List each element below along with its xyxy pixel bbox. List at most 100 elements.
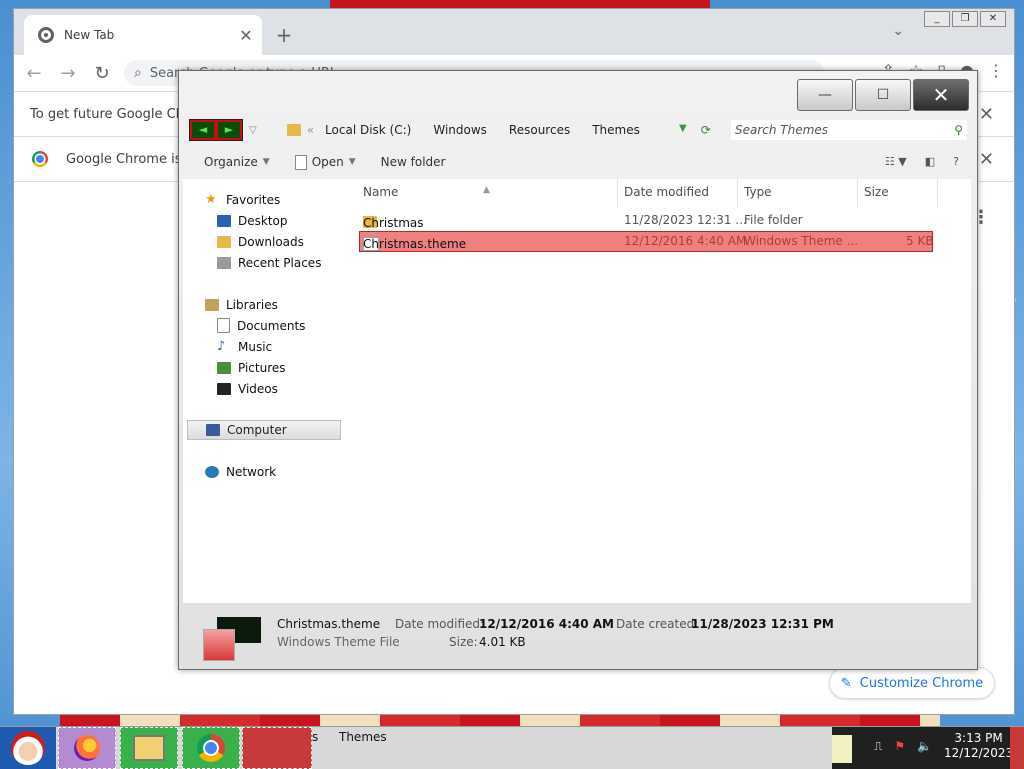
command-bar: Organize ▼ Open ▼ New folder ☷ ▼ ◧ ?	[179, 149, 977, 175]
details-pane: Christmas.theme Windows Theme File Date …	[183, 603, 971, 665]
chrome-window-controls: _ ❐ ✕	[924, 11, 1006, 27]
chrome-icon	[197, 734, 225, 762]
breadcrumb-themes[interactable]: Themes	[581, 123, 651, 137]
taskbar-chrome[interactable]	[182, 727, 240, 769]
organize-label: Organize	[204, 155, 258, 169]
details-file-type: Windows Theme File	[277, 635, 400, 649]
address-dropdown-icon[interactable]: ▼	[679, 123, 687, 137]
infobar-close-icon[interactable]: ✕	[979, 149, 994, 170]
tab-close-icon[interactable]: ✕	[236, 26, 256, 45]
explorer-close-button[interactable]: ✕	[913, 79, 969, 111]
volume-icon[interactable]: 🔈	[917, 739, 932, 754]
show-desktop-button[interactable]	[1010, 727, 1024, 769]
explorer-minimize-button[interactable]: —	[797, 79, 853, 111]
back-arrow-icon[interactable]: ←	[20, 63, 48, 84]
tab-search-icon[interactable]: ⌄	[892, 23, 904, 39]
column-header-type[interactable]: Type	[744, 185, 772, 199]
column-divider[interactable]	[737, 179, 738, 207]
new-folder-button[interactable]: New folder	[381, 155, 446, 169]
recent-pages-dropdown[interactable]: ▽	[249, 125, 257, 136]
customize-label: Customize Chrome	[859, 675, 984, 691]
start-button[interactable]	[0, 727, 56, 769]
help-icon[interactable]: ?	[953, 155, 959, 168]
file-date: 11/28/2023 12:31 ...	[624, 213, 747, 227]
forward-button[interactable]: ►	[218, 122, 240, 138]
tray-notification-icon[interactable]	[832, 735, 852, 763]
forward-arrow-icon[interactable]: →	[54, 63, 82, 84]
nav-item-videos[interactable]: Videos	[183, 378, 349, 399]
action-center-flag-icon[interactable]: ⚑	[894, 739, 905, 754]
back-forward-buttons: ◄ ►	[189, 119, 243, 141]
nav-item-desktop[interactable]: Desktop	[183, 210, 349, 231]
details-created-label: Date created:	[616, 617, 699, 631]
search-icon[interactable]: ⚲	[954, 123, 963, 137]
reload-icon[interactable]: ↻	[88, 63, 116, 84]
nav-favorites[interactable]: ★ Favorites	[183, 189, 349, 210]
music-icon: ♪	[217, 338, 226, 354]
table-row-selected[interactable]: Christmas.theme 12/12/2016 4:40 AM Windo…	[359, 231, 934, 252]
network-tray-icon[interactable]: ⎍	[874, 739, 882, 754]
nav-network[interactable]: Network	[183, 461, 349, 482]
pencil-icon: ✎	[840, 675, 852, 691]
address-tools: ▼ ⟳	[679, 123, 711, 137]
tab-new-tab[interactable]: New Tab ✕	[24, 15, 262, 55]
explorer-maximize-button[interactable]: ☐	[855, 79, 911, 111]
view-options-icon[interactable]: ☷ ▼	[885, 155, 907, 168]
breadcrumb[interactable]: « Local Disk (C:) Windows Resources Them…	[286, 123, 651, 137]
taskbar-label-cut[interactable]: s	[312, 730, 318, 744]
new-tab-button[interactable]: +	[272, 23, 296, 47]
taskbar-firefox[interactable]	[58, 727, 116, 769]
customize-chrome-button[interactable]: ✎ Customize Chrome	[829, 667, 995, 699]
recent-places-icon	[217, 256, 231, 269]
back-button[interactable]: ◄	[192, 122, 214, 138]
computer-icon	[206, 424, 220, 436]
nav-item-label: Downloads	[238, 234, 304, 249]
details-size-label: Size:	[449, 635, 478, 649]
organize-button[interactable]: Organize ▼	[204, 155, 270, 169]
details-size-value: 4.01 KB	[479, 635, 526, 649]
breadcrumb-overflow-icon[interactable]: «	[307, 123, 314, 137]
nav-item-documents[interactable]: Documents	[183, 315, 349, 336]
details-modified-value: 12/12/2016 4:40 AM	[479, 617, 614, 631]
menu-kebab-icon[interactable]: ⋮	[988, 61, 1004, 80]
new-folder-label: New folder	[380, 155, 446, 169]
breadcrumb-windows[interactable]: Windows	[422, 123, 498, 137]
nav-item-recent-places[interactable]: Recent Places	[183, 252, 349, 273]
file-type: File folder	[744, 213, 803, 227]
nav-libraries[interactable]: Libraries	[183, 294, 349, 315]
nav-item-label: Documents	[237, 318, 306, 333]
column-header-name[interactable]: Name	[363, 185, 398, 199]
breadcrumb-local-disk[interactable]: Local Disk (C:)	[314, 123, 422, 137]
firefox-icon	[74, 735, 100, 761]
clock-time: 3:13 PM	[954, 731, 1003, 745]
taskbar-window-label[interactable]: Themes	[339, 730, 387, 744]
search-input[interactable]: Search Themes ⚲	[731, 120, 967, 140]
file-list: ▲ Name Date modified Type Size Christmas…	[359, 179, 971, 603]
preview-pane-icon[interactable]: ◧	[925, 155, 935, 168]
taskbar-explorer[interactable]	[120, 727, 178, 769]
infobar-close-icon[interactable]: ✕	[979, 104, 994, 125]
nav-item-pictures[interactable]: Pictures	[183, 357, 349, 378]
libraries-icon	[205, 298, 219, 311]
nav-item-label: Pictures	[238, 360, 286, 375]
file-explorer-icon	[133, 735, 165, 761]
nav-item-label: Music	[238, 339, 273, 354]
table-row[interactable]: Christmas 11/28/2023 12:31 ... File fold…	[359, 210, 971, 231]
column-header-date[interactable]: Date modified	[624, 185, 709, 199]
nav-item-music[interactable]: ♪ Music	[183, 336, 349, 357]
file-name: Christmas	[363, 216, 424, 230]
column-divider[interactable]	[937, 179, 938, 207]
column-divider[interactable]	[857, 179, 858, 207]
restore-button[interactable]: ❐	[952, 11, 978, 27]
clock[interactable]: 3:13 PM 12/12/2023	[944, 731, 1013, 761]
column-header-size[interactable]: Size	[864, 185, 889, 199]
refresh-icon[interactable]: ⟳	[701, 123, 711, 137]
column-divider[interactable]	[617, 179, 618, 207]
nav-item-downloads[interactable]: Downloads	[183, 231, 349, 252]
minimize-button[interactable]: _	[924, 11, 950, 27]
taskbar-app[interactable]	[242, 727, 312, 769]
close-button[interactable]: ✕	[980, 11, 1006, 27]
open-button[interactable]: Open ▼	[294, 154, 356, 170]
breadcrumb-resources[interactable]: Resources	[498, 123, 581, 137]
nav-computer[interactable]: Computer	[187, 420, 341, 440]
